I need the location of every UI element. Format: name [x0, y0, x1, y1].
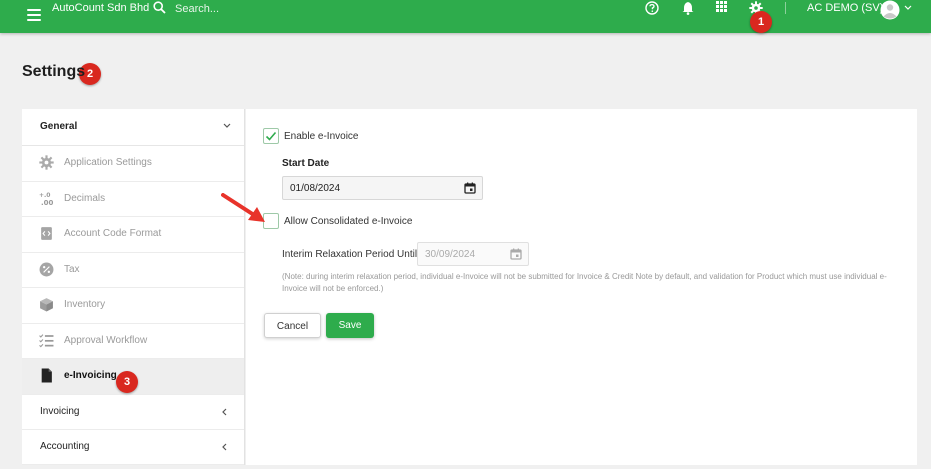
sidebar-item-account-code-format[interactable]: Account Code Format: [22, 217, 244, 253]
sidebar-section-general[interactable]: General: [22, 109, 244, 146]
sidebar-item-approval-workflow[interactable]: Approval Workflow: [22, 324, 244, 359]
interim-date-value: 30/09/2024: [425, 249, 476, 260]
user-avatar-icon[interactable]: [879, 0, 901, 20]
sidebar-item-label: Inventory: [64, 299, 106, 310]
svg-text:+.0: +.0: [39, 192, 50, 199]
code-format-icon: [41, 227, 52, 240]
box-icon: [40, 298, 53, 312]
sidebar-item-tax[interactable]: Tax: [22, 253, 244, 288]
start-date-title: Start Date: [282, 158, 330, 169]
sidebar-group-label: Invoicing: [40, 405, 80, 417]
top-bar: AutoCount Sdn Bhd AC DEMO (SV): [0, 0, 931, 33]
calendar-icon[interactable]: [510, 248, 522, 260]
sidebar-item-label: Approval Workflow: [64, 334, 148, 346]
sidebar-item-label: Application Settings: [64, 157, 152, 168]
page-title: Settings: [22, 63, 86, 80]
save-button[interactable]: Save: [326, 313, 374, 338]
interim-relaxation-label: Interim Relaxation Period Until: [282, 249, 418, 260]
sidebar-item-inventory[interactable]: Inventory: [22, 288, 244, 324]
chevron-left-icon: [222, 443, 227, 450]
bell-icon[interactable]: [682, 1, 694, 15]
start-date-input[interactable]: 01/08/2024: [282, 176, 483, 200]
sidebar-item-label: Decimals: [64, 192, 106, 204]
search-input[interactable]: [175, 1, 325, 16]
check-icon: [265, 131, 277, 141]
menu-icon[interactable]: [27, 9, 41, 21]
sidebar-group-invoicing[interactable]: Invoicing: [22, 395, 244, 430]
chevron-down-icon: [223, 123, 231, 128]
sidebar-section-label: General: [40, 121, 78, 132]
red-arrow-pointer-icon: [221, 193, 265, 222]
start-date-value: 01/08/2024: [290, 183, 341, 194]
company-name[interactable]: AutoCount Sdn Bhd: [52, 2, 149, 14]
checklist-icon: [39, 333, 54, 347]
sidebar-item-decimals[interactable]: +.0.00 Decimals: [22, 182, 244, 217]
sidebar-item-label: e-Invoicing: [64, 370, 117, 381]
sidebar-item-label: Tax: [64, 263, 80, 275]
settings-sidebar: General Application Settings +.0.00 Deci…: [22, 109, 245, 465]
percent-icon: [39, 262, 54, 276]
topbar-divider: [785, 2, 786, 14]
step-badge-1: 1: [750, 11, 772, 33]
decimals-icon: +.0.00: [39, 192, 54, 206]
chevron-left-icon: [222, 408, 227, 415]
interim-date-input[interactable]: 30/09/2024: [417, 242, 529, 266]
search-icon[interactable]: [153, 1, 166, 14]
calendar-icon[interactable]: [464, 182, 476, 194]
allow-consolidated-label[interactable]: Allow Consolidated e-Invoice: [284, 216, 412, 227]
user-name[interactable]: AC DEMO (SV): [807, 2, 883, 14]
sidebar-group-label: Accounting: [40, 440, 90, 452]
cancel-button[interactable]: Cancel: [264, 313, 321, 338]
step-badge-3: 3: [116, 371, 138, 393]
apps-grid-icon[interactable]: [716, 1, 727, 12]
sidebar-item-label: Account Code Format: [64, 228, 162, 239]
e-invoicing-settings-panel: Enable e-Invoice Start Date 01/08/2024 A…: [246, 109, 917, 465]
svg-text:.00: .00: [41, 199, 54, 206]
enable-e-invoice-label[interactable]: Enable e-Invoice: [284, 131, 359, 142]
sidebar-group-accounting[interactable]: Accounting: [22, 430, 244, 465]
sidebar-item-application-settings[interactable]: Application Settings: [22, 146, 244, 182]
chevron-down-icon[interactable]: [904, 5, 912, 11]
help-icon[interactable]: [645, 1, 659, 15]
interim-note: (Note: during interim relaxation period,…: [282, 272, 887, 293]
gear-icon: [39, 155, 54, 170]
document-icon: [41, 368, 52, 383]
enable-e-invoice-checkbox[interactable]: [263, 128, 279, 144]
